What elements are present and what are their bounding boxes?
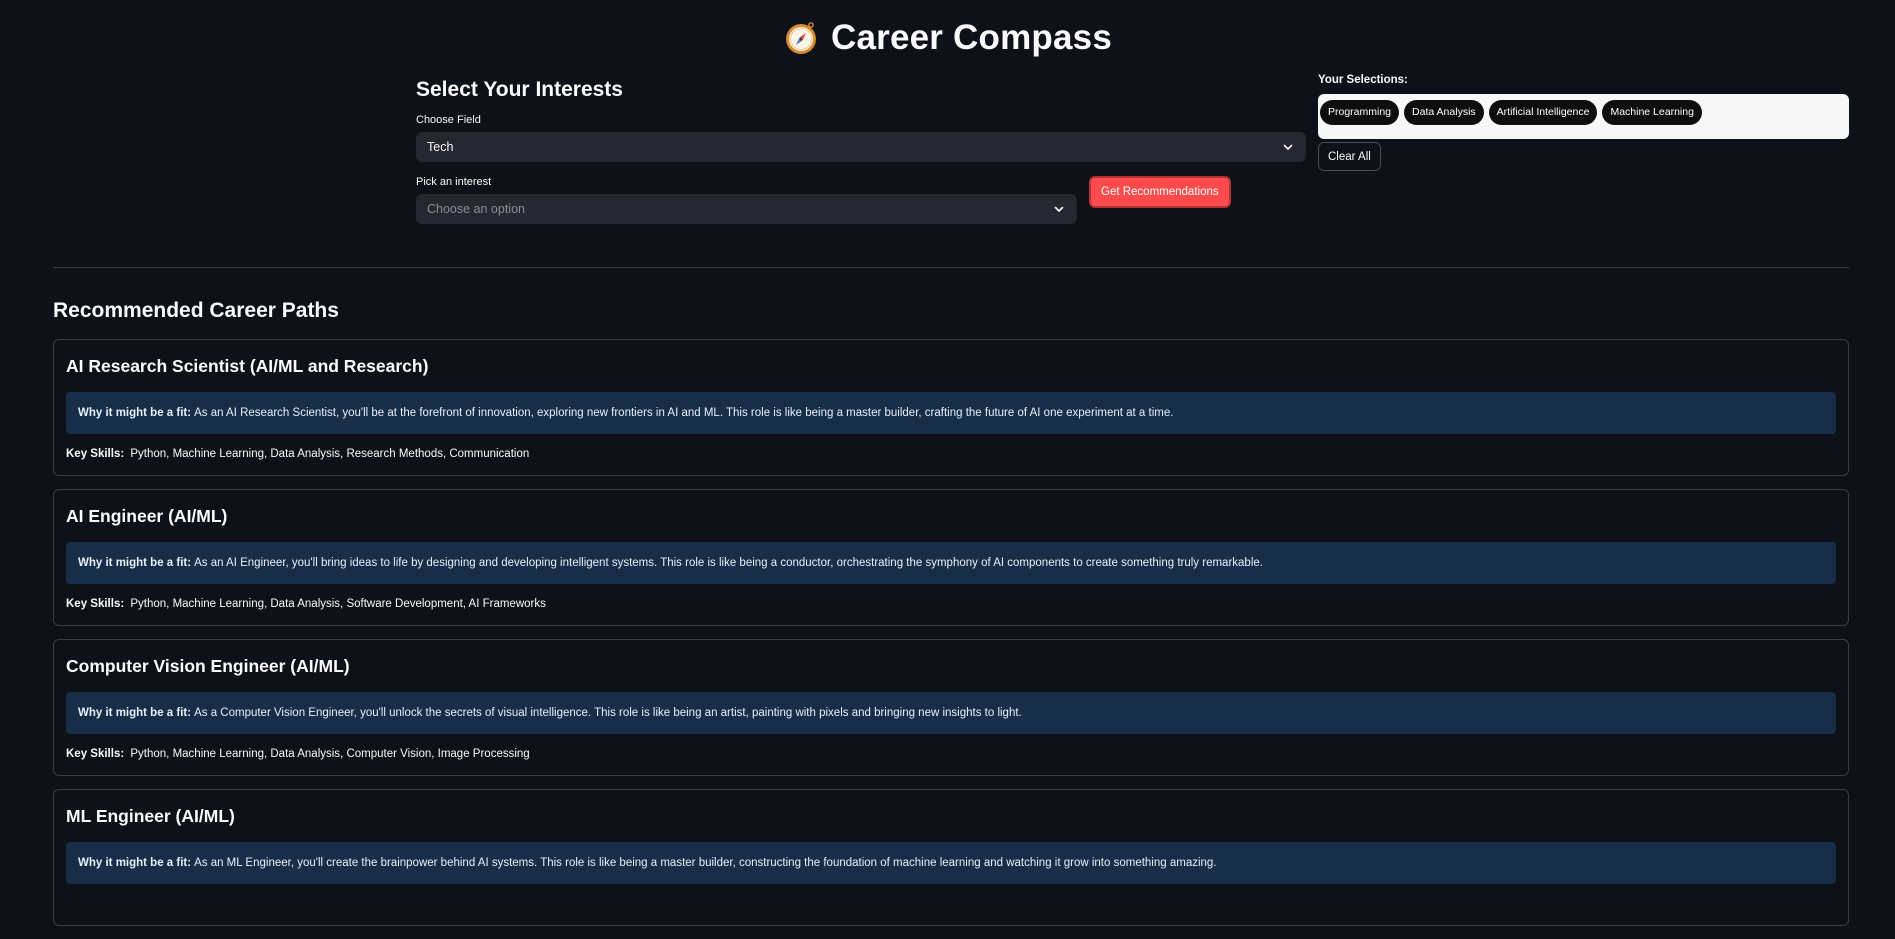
- selection-chip[interactable]: Machine Learning: [1602, 100, 1702, 125]
- fit-box: Why it might be a fit: As an AI Research…: [66, 392, 1836, 434]
- fit-text: As a Computer Vision Engineer, you'll un…: [194, 707, 1022, 719]
- pick-interest-placeholder: Choose an option: [427, 202, 525, 216]
- fit-label: Why it might be a fit:: [78, 707, 192, 719]
- selection-chip[interactable]: Artificial Intelligence: [1488, 100, 1598, 125]
- fit-box: Why it might be a fit: As an AI Engineer…: [66, 542, 1836, 584]
- skills-label: Key Skills:: [66, 598, 125, 610]
- interest-selector: Select Your Interests Choose Field Tech …: [416, 78, 1306, 238]
- pick-interest-select[interactable]: Choose an option: [416, 194, 1077, 224]
- chevron-down-icon: [1054, 206, 1064, 212]
- fit-box: Why it might be a fit: As an ML Engineer…: [66, 842, 1836, 884]
- choose-field-block: Choose Field Tech: [416, 114, 1306, 162]
- app-title: Career Compass: [831, 18, 1112, 57]
- skills-label: Key Skills:: [66, 448, 125, 460]
- fit-label: Why it might be a fit:: [78, 557, 192, 569]
- selection-chips: Programming Data Analysis Artificial Int…: [1318, 94, 1849, 139]
- divider: [53, 267, 1849, 268]
- your-selections: Your Selections: Programming Data Analys…: [1318, 74, 1849, 171]
- selection-chip[interactable]: Programming: [1320, 100, 1400, 125]
- fit-text: As an AI Engineer, you'll bring ideas to…: [194, 557, 1263, 569]
- skills-text: Python, Machine Learning, Data Analysis,…: [130, 748, 530, 760]
- pick-interest-block: Pick an interest Choose an option: [416, 176, 1077, 224]
- career-card: AI Research Scientist (AI/ML and Researc…: [53, 339, 1849, 476]
- fit-text: As an ML Engineer, you'll create the bra…: [194, 857, 1217, 869]
- chevron-down-icon: [1283, 144, 1293, 150]
- fit-text: As an AI Research Scientist, you'll be a…: [194, 407, 1174, 419]
- fit-label: Why it might be a fit:: [78, 857, 192, 869]
- recommendations-section: Recommended Career Paths AI Research Sci…: [53, 299, 1849, 939]
- career-card: ML Engineer (AI/ML) Why it might be a fi…: [53, 789, 1849, 926]
- selection-chip[interactable]: Data Analysis: [1404, 100, 1484, 125]
- key-skills: Key Skills: Python, Machine Learning, Da…: [66, 748, 1836, 760]
- selections-title: Your Selections:: [1318, 74, 1408, 86]
- select-interests-heading: Select Your Interests: [416, 78, 623, 101]
- fit-label: Why it might be a fit:: [78, 407, 192, 419]
- career-title: AI Research Scientist (AI/ML and Researc…: [66, 356, 429, 376]
- career-title: ML Engineer (AI/ML): [66, 806, 235, 826]
- key-skills: Key Skills: Python, Machine Learning, Da…: [66, 598, 1836, 610]
- recommendations-heading: Recommended Career Paths: [53, 299, 339, 322]
- choose-field-label: Choose Field: [416, 114, 481, 126]
- career-card: AI Engineer (AI/ML) Why it might be a fi…: [53, 489, 1849, 626]
- pick-interest-label: Pick an interest: [416, 176, 492, 188]
- interest-row: Pick an interest Choose an option Get Re…: [416, 176, 1306, 238]
- choose-field-value: Tech: [427, 140, 454, 154]
- key-skills: Key Skills: Python, Machine Learning, Da…: [66, 448, 1836, 460]
- skills-text: Python, Machine Learning, Data Analysis,…: [130, 598, 546, 610]
- fit-box: Why it might be a fit: As a Computer Vis…: [66, 692, 1836, 734]
- get-recommendations-button[interactable]: Get Recommendations: [1089, 176, 1231, 208]
- app-header: Career Compass: [0, 16, 1895, 60]
- skills-text: Python, Machine Learning, Data Analysis,…: [130, 448, 530, 460]
- clear-all-button[interactable]: Clear All: [1318, 142, 1381, 171]
- skills-label: Key Skills:: [66, 748, 125, 760]
- career-title: Computer Vision Engineer (AI/ML): [66, 656, 350, 676]
- choose-field-select[interactable]: Tech: [416, 132, 1306, 162]
- compass-icon: [786, 22, 816, 54]
- career-title: AI Engineer (AI/ML): [66, 506, 228, 526]
- career-card: Computer Vision Engineer (AI/ML) Why it …: [53, 639, 1849, 776]
